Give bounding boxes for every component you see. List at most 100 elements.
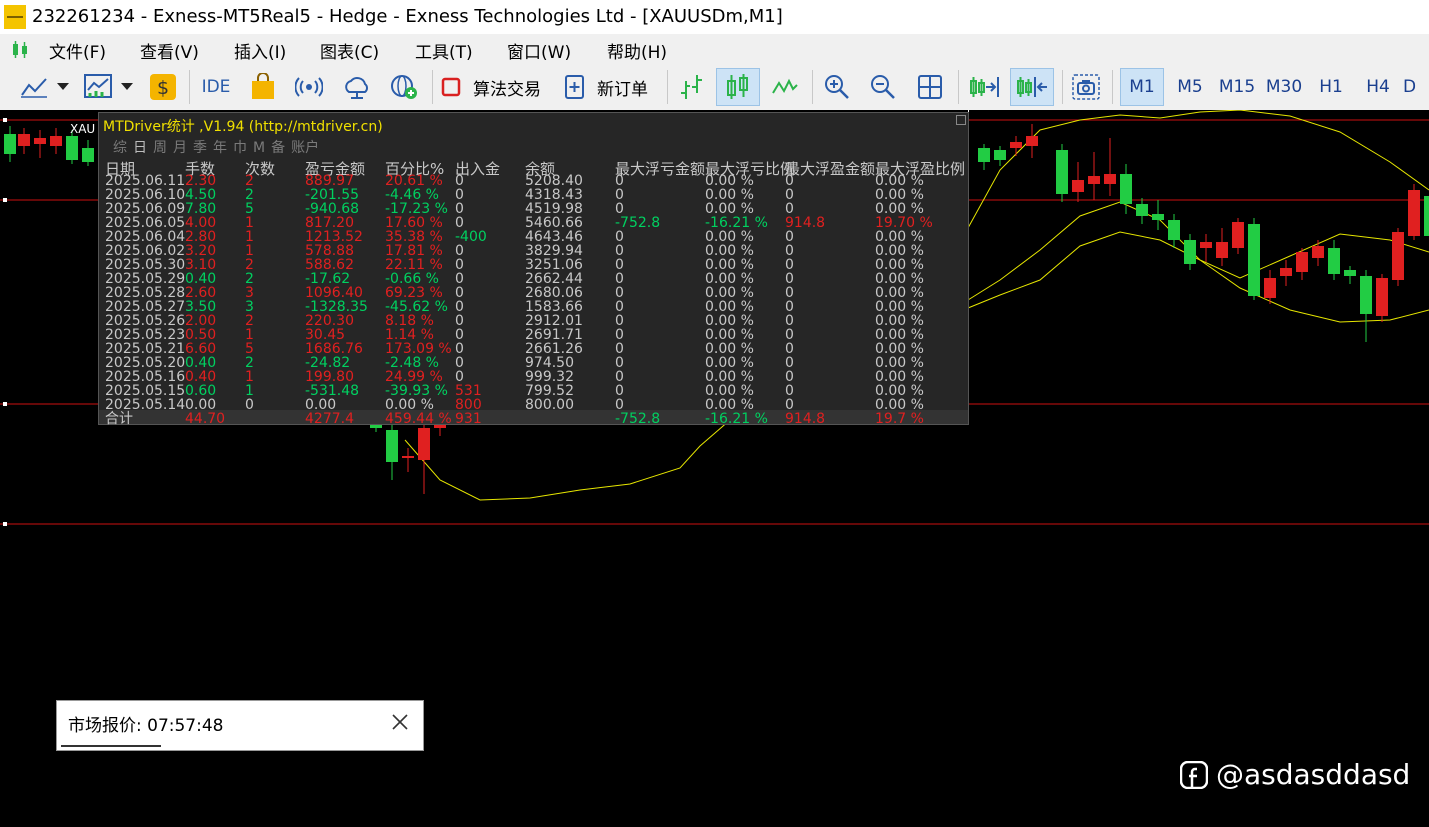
stats-cell-lots: 0.50 <box>185 327 217 343</box>
stats-tab[interactable]: 月 <box>173 140 187 156</box>
stats-cell-lots: 3.10 <box>185 257 217 273</box>
mtdriver-stats-panel[interactable]: MTDriver统计 ,V1.94 (http://mtdriver.cn) 综… <box>98 112 969 427</box>
indicators-button[interactable] <box>80 68 116 106</box>
candle-body <box>4 134 16 154</box>
candle-body <box>18 134 30 146</box>
line-chart-button[interactable] <box>16 68 52 106</box>
stats-cell-mfl: -752.8 <box>615 215 661 231</box>
stats-cell-lots: 3.50 <box>185 299 217 315</box>
candle-body <box>1184 240 1196 264</box>
stats-tabs: 综日周月季年巾 M 备账户 <box>113 137 325 157</box>
zoom-out-button[interactable] <box>866 68 900 106</box>
stats-cell-bal: 5460.66 <box>525 215 583 231</box>
app-logo-icon <box>4 5 26 29</box>
timeframe-h1[interactable]: H1 <box>1309 68 1353 106</box>
total-cell-label: 合计 <box>105 411 133 427</box>
stats-cell-mfl: 0 <box>615 257 624 273</box>
stats-cell-bal: 3251.06 <box>525 257 583 273</box>
trade-button[interactable]: $ <box>146 68 180 106</box>
toolbar-separator <box>812 70 813 104</box>
chart-shift-button[interactable] <box>1010 68 1054 106</box>
total-cell-mfpp: 19.7 % <box>875 411 924 427</box>
stats-cell-mfl: 0 <box>615 229 624 245</box>
chart-window-icon[interactable] <box>10 40 30 60</box>
ide-button[interactable]: IDE <box>196 68 236 106</box>
stats-cell-mflp: 0.00 % <box>705 229 754 245</box>
timeframe-m1[interactable]: M1 <box>1120 68 1164 106</box>
stats-cell-bal: 3829.94 <box>525 243 583 259</box>
stats-tab[interactable]: 备 <box>271 140 285 156</box>
algo-trading-button[interactable]: 算法交易 <box>440 68 552 106</box>
stats-cell-bal: 974.50 <box>525 355 574 371</box>
line-chart-icon <box>21 78 47 98</box>
indicator-chart-icon <box>84 74 112 98</box>
candlestick-button[interactable] <box>716 68 760 106</box>
close-icon[interactable] <box>391 713 409 731</box>
close-icon[interactable] <box>956 115 966 125</box>
community-button[interactable] <box>386 68 422 106</box>
stats-cell-mfp: 0 <box>785 271 794 287</box>
total-cell-io: 931 <box>455 411 482 427</box>
tile-windows-button[interactable] <box>912 68 948 106</box>
market-button[interactable] <box>246 68 280 106</box>
line-type-button[interactable] <box>766 68 804 106</box>
stats-cell-mfpp: 0.00 % <box>875 271 924 287</box>
zoom-in-button[interactable] <box>820 68 854 106</box>
stats-cell-mfp: 0 <box>785 313 794 329</box>
timeframe-m15[interactable]: M15 <box>1215 68 1259 106</box>
stats-cell-mfpp: 0.00 % <box>875 201 924 217</box>
zigzag-line-icon <box>772 78 798 94</box>
chart-type-dropdown[interactable] <box>54 68 72 106</box>
stats-tab[interactable]: 日 <box>133 140 147 156</box>
menu-file[interactable]: 文件(F) <box>49 38 106 63</box>
stats-cell-mfl: 0 <box>615 341 624 357</box>
stats-cell-bal: 4519.98 <box>525 201 583 217</box>
stats-tab[interactable]: M <box>253 140 265 156</box>
indicators-dropdown[interactable] <box>118 68 136 106</box>
timeframe-d1[interactable]: D <box>1403 68 1429 106</box>
menu-help[interactable]: 帮助(H) <box>607 38 667 63</box>
timeframe-m30[interactable]: M30 <box>1262 68 1306 106</box>
candle-body <box>978 148 990 162</box>
stats-cell-io: 0 <box>455 243 464 259</box>
menu-tools[interactable]: 工具(T) <box>415 38 473 63</box>
stats-tab[interactable]: 账户 <box>291 140 319 156</box>
market-watch-window[interactable]: 市场报价: 07:57:48 <box>56 700 424 751</box>
autoscroll-button[interactable] <box>964 68 1004 106</box>
stats-cell-io: 0 <box>455 173 464 189</box>
stats-cell-lots: 7.80 <box>185 201 217 217</box>
timeframe-m5[interactable]: M5 <box>1168 68 1212 106</box>
stats-tab[interactable]: 周 <box>153 140 167 156</box>
stats-cell-date: 2025.05.15 <box>105 383 186 399</box>
candle-body <box>1104 174 1116 184</box>
signals-button[interactable] <box>292 68 326 106</box>
stats-tab[interactable]: 季 <box>193 140 207 156</box>
stats-cell-count: 1 <box>245 215 254 231</box>
stats-cell-mfp: 0 <box>785 201 794 217</box>
stats-cell-lots: 0.40 <box>185 271 217 287</box>
chevron-down-icon <box>121 83 133 90</box>
stats-cell-count: 1 <box>245 327 254 343</box>
stats-cell-mfl: 0 <box>615 369 624 385</box>
candle-body <box>1136 204 1148 216</box>
menu-insert[interactable]: 插入(I) <box>234 38 286 63</box>
total-cell-pct: 459.44 % <box>385 411 452 427</box>
stats-cell-pnl: -531.48 <box>305 383 360 399</box>
vps-button[interactable] <box>338 68 376 106</box>
stats-cell-bal: 2661.26 <box>525 341 583 357</box>
stats-tab[interactable]: 年 <box>213 140 227 156</box>
new-order-button[interactable]: 新订单 <box>563 68 659 106</box>
bar-chart-button[interactable] <box>674 68 708 106</box>
menu-view[interactable]: 查看(V) <box>140 38 199 63</box>
timeframe-h4[interactable]: H4 <box>1356 68 1400 106</box>
stats-tab[interactable]: 巾 <box>233 140 247 156</box>
stats-cell-mfp: 0 <box>785 369 794 385</box>
bollinger-lower <box>967 231 1429 323</box>
stats-cell-mfl: 0 <box>615 313 624 329</box>
screenshot-button[interactable] <box>1068 68 1104 106</box>
menu-window[interactable]: 窗口(W) <box>507 38 571 63</box>
stats-tab[interactable]: 综 <box>113 140 127 156</box>
stats-cell-pct: -2.48 % <box>385 355 439 371</box>
stats-cell-mflp: 0.00 % <box>705 257 754 273</box>
menu-chart[interactable]: 图表(C) <box>320 38 379 63</box>
